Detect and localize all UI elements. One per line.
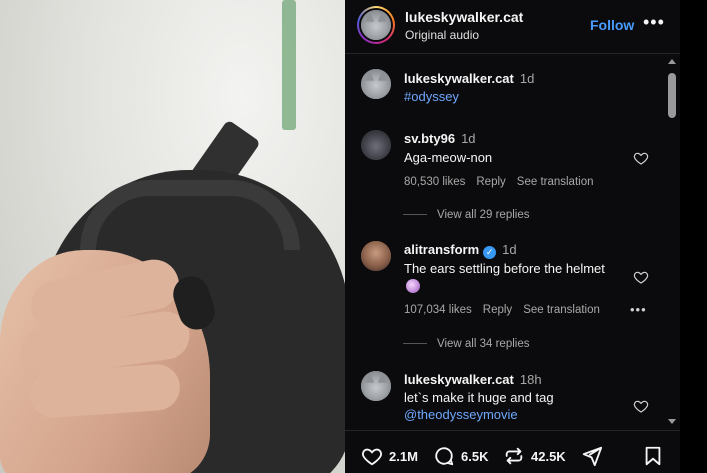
scroll-up-icon[interactable] bbox=[668, 59, 676, 64]
heart-icon[interactable] bbox=[633, 398, 649, 414]
see-translation-button[interactable]: See translation bbox=[523, 304, 600, 316]
comment-username[interactable]: lukeskywalker.cat bbox=[404, 372, 514, 387]
caption-username[interactable]: lukeskywalker.cat bbox=[404, 71, 514, 86]
video-pipe bbox=[282, 0, 296, 130]
scroll-thumb[interactable] bbox=[668, 73, 676, 118]
story-ring[interactable] bbox=[357, 6, 395, 44]
view-replies-button[interactable]: View all 29 replies bbox=[403, 209, 529, 221]
heart-icon[interactable] bbox=[633, 269, 649, 285]
reposts-count: 42.5K bbox=[531, 448, 566, 464]
more-icon[interactable]: ••• bbox=[630, 302, 647, 317]
comment-time: 1d bbox=[502, 242, 517, 257]
comment-text: The ears settling before the helmet bbox=[404, 261, 605, 276]
share-button[interactable] bbox=[581, 445, 603, 467]
caption-time: 1d bbox=[519, 71, 535, 86]
comments-list[interactable]: lukeskywalker.cat 1d #odyssey sv.bty96 1d … bbox=[345, 55, 665, 428]
reply-button[interactable]: Reply bbox=[476, 176, 505, 188]
avatar[interactable] bbox=[361, 69, 391, 99]
comments-count: 6.5K bbox=[461, 448, 489, 464]
like-button[interactable]: 2.1M bbox=[361, 445, 418, 467]
heart-icon bbox=[362, 448, 382, 466]
likes-count[interactable]: 107,034 likes bbox=[404, 304, 472, 316]
video-helmet-ring bbox=[80, 180, 300, 250]
comments-scrollbar[interactable] bbox=[665, 55, 680, 428]
page-edge bbox=[680, 0, 707, 473]
avatar[interactable] bbox=[361, 241, 391, 271]
comment-icon bbox=[435, 447, 454, 466]
comment-button[interactable]: 6.5K bbox=[433, 445, 488, 467]
reply-button[interactable]: Reply bbox=[483, 304, 512, 316]
see-translation-button[interactable]: See translation bbox=[517, 176, 594, 188]
likes-count: 2.1M bbox=[389, 448, 418, 464]
action-bar: 2.1M 6.5K 42.5K bbox=[345, 430, 680, 473]
more-icon[interactable]: ••• bbox=[643, 12, 665, 33]
comment-meta: 107,034 likes Reply See translation bbox=[404, 304, 611, 316]
comment-meta: 80,530 likes Reply See translation bbox=[404, 176, 605, 188]
verified-icon: ✓ bbox=[483, 246, 497, 259]
avatar bbox=[361, 10, 391, 40]
comment-time: 1d bbox=[461, 131, 476, 146]
hashtag-link[interactable]: #odyssey bbox=[404, 89, 459, 104]
comment-username[interactable]: alitransform bbox=[404, 242, 479, 257]
heart-icon[interactable] bbox=[633, 150, 649, 166]
follow-button[interactable]: Follow bbox=[590, 17, 634, 33]
avatar[interactable] bbox=[361, 130, 391, 160]
repost-button[interactable]: 42.5K bbox=[503, 445, 566, 467]
comments-panel: lukeskywalker.cat Original audio Follow … bbox=[345, 0, 680, 473]
likes-count[interactable]: 80,530 likes bbox=[404, 176, 465, 188]
share-icon bbox=[582, 446, 603, 467]
save-button[interactable] bbox=[642, 445, 664, 467]
comment-text: Aga-meow-non bbox=[404, 150, 493, 165]
original-audio-link[interactable]: Original audio bbox=[405, 28, 479, 42]
mention-link[interactable]: @theodysseymovie bbox=[404, 407, 518, 422]
emoji bbox=[406, 279, 420, 293]
avatar[interactable] bbox=[361, 371, 391, 401]
post-header: lukeskywalker.cat Original audio Follow … bbox=[345, 0, 680, 54]
comment-time: 18h bbox=[519, 372, 542, 387]
bookmark-icon bbox=[645, 446, 661, 466]
scroll-down-icon[interactable] bbox=[668, 419, 676, 424]
reel-video[interactable] bbox=[0, 0, 345, 473]
view-replies-button[interactable]: View all 34 replies bbox=[403, 338, 529, 350]
comment-text: let`s make it huge and tag bbox=[404, 390, 554, 405]
repost-icon bbox=[505, 447, 523, 465]
header-username[interactable]: lukeskywalker.cat bbox=[405, 9, 523, 25]
comment-username[interactable]: sv.bty96 bbox=[404, 131, 455, 146]
